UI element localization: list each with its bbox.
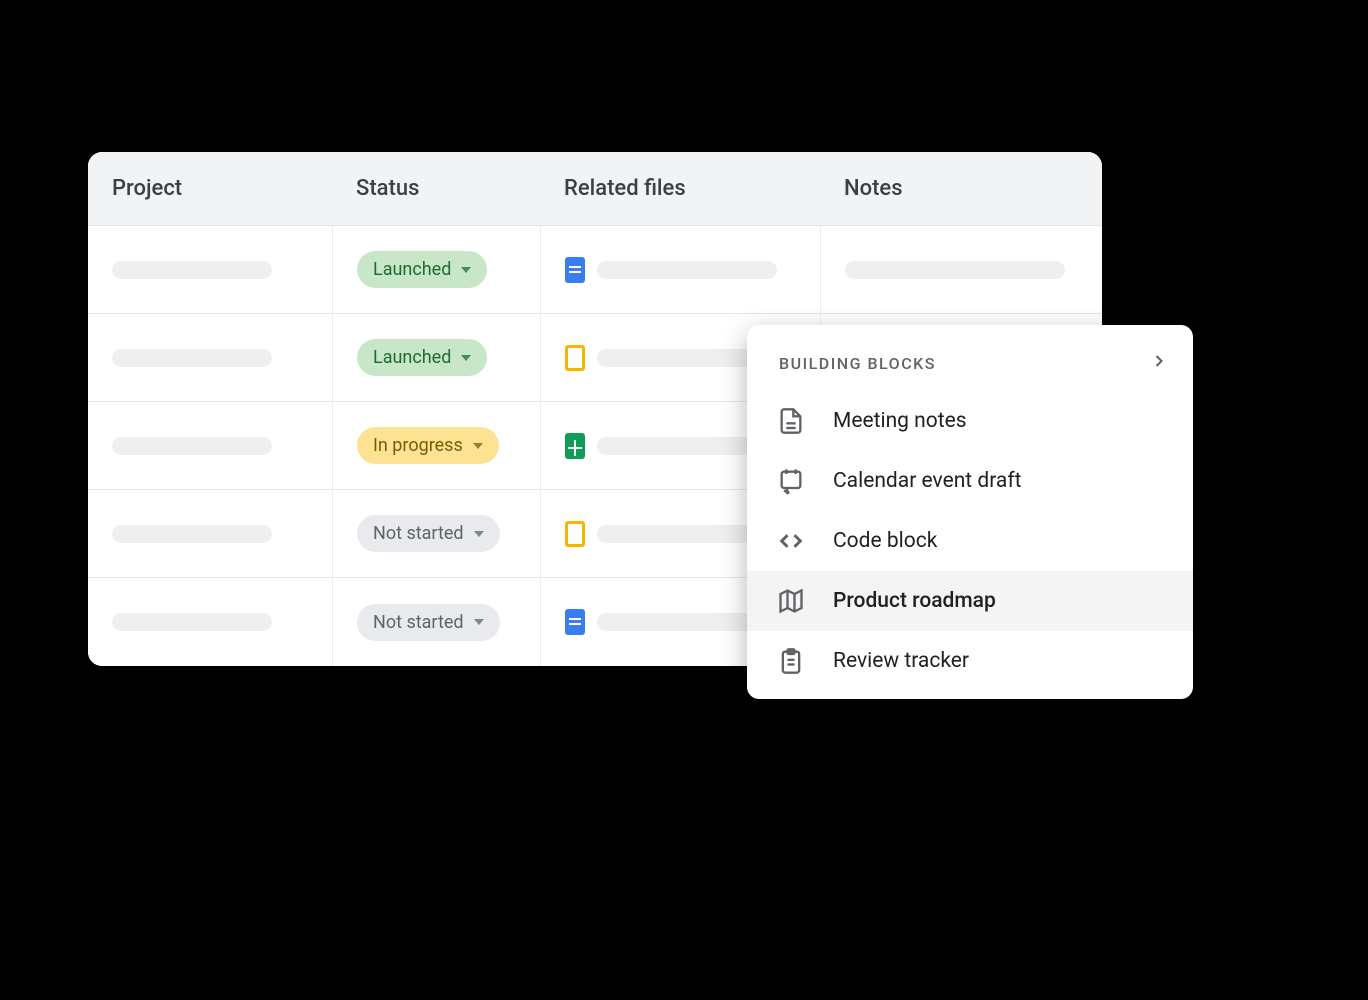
status-chip[interactable]: Launched — [357, 251, 487, 288]
status-label: Launched — [373, 347, 451, 368]
column-header-status: Status — [332, 152, 540, 225]
column-header-project: Project — [88, 152, 332, 225]
building-blocks-popup: BUILDING BLOCKS Meeting notes Calendar ev… — [747, 325, 1193, 699]
chevron-down-icon — [473, 443, 483, 449]
placeholder-bar — [112, 261, 272, 279]
popup-title: BUILDING BLOCKS — [779, 354, 936, 373]
notes-cell[interactable] — [820, 226, 1102, 313]
building-block-label: Review tracker — [833, 649, 969, 673]
calendar-icon — [777, 467, 805, 495]
slides-file-icon — [565, 345, 585, 371]
status-label: Not started — [373, 523, 464, 544]
column-header-notes: Notes — [820, 152, 1102, 225]
chevron-down-icon — [474, 531, 484, 537]
building-block-label: Calendar event draft — [833, 469, 1022, 493]
project-cell[interactable] — [88, 613, 332, 631]
document-icon — [777, 407, 805, 435]
docs-file-icon — [565, 609, 585, 635]
map-icon — [777, 587, 805, 615]
status-cell: Not started — [332, 490, 540, 577]
sheets-file-icon — [565, 433, 585, 459]
table-row: Launched — [88, 226, 1102, 314]
status-cell: In progress — [332, 402, 540, 489]
status-label: In progress — [373, 435, 463, 456]
placeholder-bar — [112, 437, 272, 455]
clipboard-icon — [777, 647, 805, 675]
column-header-related-files: Related files — [540, 152, 820, 225]
table-header-row: Project Status Related files Notes — [88, 152, 1102, 226]
status-label: Launched — [373, 259, 451, 280]
building-block-item[interactable]: Review tracker — [747, 631, 1193, 691]
project-cell[interactable] — [88, 349, 332, 367]
docs-file-icon — [565, 257, 585, 283]
status-cell: Launched — [332, 226, 540, 313]
status-label: Not started — [373, 612, 464, 633]
status-chip[interactable]: Launched — [357, 339, 487, 376]
status-chip[interactable]: Not started — [357, 515, 500, 552]
building-block-label: Product roadmap — [833, 589, 996, 613]
status-chip[interactable]: In progress — [357, 427, 499, 464]
chevron-right-icon[interactable] — [1149, 351, 1169, 375]
chevron-down-icon — [461, 267, 471, 273]
slides-file-icon — [565, 521, 585, 547]
chevron-down-icon — [461, 355, 471, 361]
status-cell: Not started — [332, 578, 540, 666]
chevron-down-icon — [474, 619, 484, 625]
building-block-item[interactable]: Meeting notes — [747, 391, 1193, 451]
building-block-label: Code block — [833, 529, 937, 553]
placeholder-bar — [112, 525, 272, 543]
placeholder-bar — [597, 261, 777, 279]
project-cell[interactable] — [88, 437, 332, 455]
building-block-label: Meeting notes — [833, 409, 967, 433]
placeholder-bar — [112, 613, 272, 631]
placeholder-bar — [845, 261, 1065, 279]
related-files-cell[interactable] — [540, 226, 820, 313]
placeholder-bar — [112, 349, 272, 367]
building-block-item[interactable]: Code block — [747, 511, 1193, 571]
building-block-item[interactable]: Product roadmap — [747, 571, 1193, 631]
status-cell: Launched — [332, 314, 540, 401]
project-cell[interactable] — [88, 525, 332, 543]
project-cell[interactable] — [88, 261, 332, 279]
building-block-item[interactable]: Calendar event draft — [747, 451, 1193, 511]
code-icon — [777, 527, 805, 555]
status-chip[interactable]: Not started — [357, 604, 500, 641]
